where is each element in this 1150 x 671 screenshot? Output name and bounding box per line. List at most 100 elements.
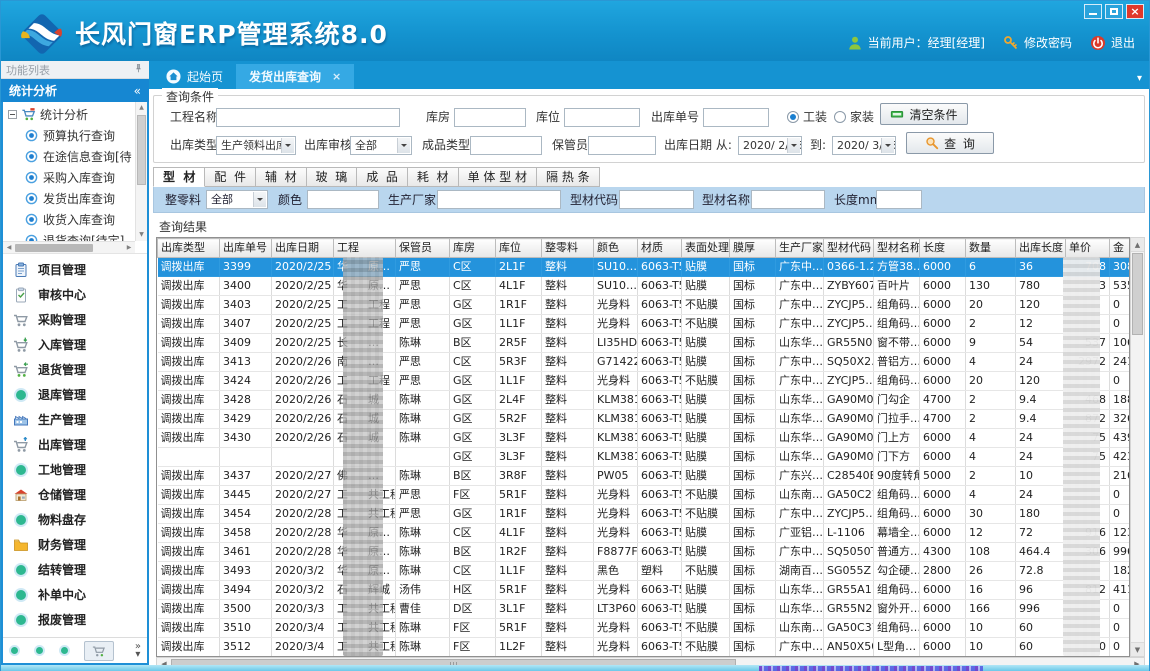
green-dot-icon[interactable] bbox=[9, 645, 20, 656]
tab-outbound-query[interactable]: 发货出库查询 × bbox=[236, 64, 354, 89]
scroll-thumb[interactable] bbox=[15, 244, 93, 252]
project-name-input[interactable] bbox=[216, 108, 400, 127]
menu-item[interactable]: 退货管理 bbox=[3, 357, 147, 382]
material-tab[interactable]: 玻 璃 bbox=[307, 167, 358, 187]
table-row[interactable]: 调拨出库34072020/2/25工工程严思G区1L1F整料光身料6063-T5… bbox=[158, 315, 1130, 334]
material-tab[interactable]: 耗 材 bbox=[408, 167, 459, 187]
menu-item[interactable]: 采购管理 bbox=[3, 307, 147, 332]
clear-conditions-button[interactable]: 清空条件 bbox=[880, 103, 968, 125]
menu-item[interactable]: 审核中心 bbox=[3, 282, 147, 307]
keeper-input[interactable] bbox=[588, 136, 656, 155]
table-row[interactable]: 调拨出库34292020/2/26石城陈琳G区5R2F整料KLM38176063… bbox=[158, 410, 1130, 429]
outbound-no-input[interactable] bbox=[703, 108, 769, 127]
close-tab-icon[interactable]: × bbox=[332, 70, 341, 83]
column-header[interactable]: 长度 bbox=[920, 239, 966, 258]
table-row[interactable]: 调拨出库34002020/2/25华原…严思C区4L1F整料SU10…6063-… bbox=[158, 277, 1130, 296]
menu-item[interactable]: 财务管理 bbox=[3, 532, 147, 557]
chevron-down-icon[interactable]: ▾ bbox=[1137, 73, 1142, 84]
column-header[interactable]: 表面处理 bbox=[682, 239, 730, 258]
gongzhuang-radio-label[interactable]: 工装 bbox=[803, 108, 827, 127]
table-row[interactable]: 调拨出库34032020/2/25工工程严思G区1R1F整料光身料6063-T5… bbox=[158, 296, 1130, 315]
location-input[interactable] bbox=[564, 108, 640, 127]
column-header[interactable]: 保管员 bbox=[396, 239, 450, 258]
whole-part-select[interactable]: 全部 bbox=[206, 190, 268, 209]
tree-item[interactable]: 在途信息查询[待 bbox=[25, 146, 147, 167]
column-header[interactable]: 型材代码 bbox=[824, 239, 874, 258]
material-tab[interactable]: 辅 材 bbox=[256, 167, 307, 187]
search-button[interactable]: 查 询 bbox=[906, 132, 994, 154]
table-row[interactable]: 调拨出库34932020/3/2华原…陈琳C区1L1F整料黑色塑料不贴膜国标湖南… bbox=[158, 562, 1130, 581]
tree-root[interactable]: 统计分析 bbox=[3, 102, 147, 125]
column-header[interactable]: 出库日期 bbox=[272, 239, 334, 258]
cart-shortcut-button[interactable] bbox=[84, 641, 114, 661]
menu-item[interactable]: 工地管理 bbox=[3, 457, 147, 482]
scroll-down-icon[interactable]: ▼ bbox=[136, 229, 147, 241]
table-row[interactable]: 调拨出库34372020/2/27佛…陈琳B区3R8F整料PW056063-T5… bbox=[158, 467, 1130, 486]
column-header[interactable]: 型材名称 bbox=[874, 239, 920, 258]
logout-link[interactable]: 退出 bbox=[1111, 34, 1135, 51]
table-row[interactable]: 调拨出库35102020/3/4工共工程陈琳F区5R1F整料光身料6063-T5… bbox=[158, 619, 1130, 638]
green-dot-icon[interactable] bbox=[34, 645, 45, 656]
tree-item[interactable]: 预算执行查询 bbox=[25, 125, 147, 146]
length-input[interactable] bbox=[876, 190, 922, 209]
tab-home[interactable]: 起始页 bbox=[153, 64, 236, 89]
table-row[interactable]: 调拨出库34942020/3/2石辉城汤伟H区5R1F整料光身料6063-T5贴… bbox=[158, 581, 1130, 600]
menu-item[interactable]: 物料盘存 bbox=[3, 507, 147, 532]
profile-name-input[interactable] bbox=[751, 190, 825, 209]
menu-item[interactable]: 结转管理 bbox=[3, 557, 147, 582]
scroll-right-icon[interactable]: ▶ bbox=[123, 244, 135, 251]
warehouse-input[interactable] bbox=[454, 108, 526, 127]
green-dot-icon[interactable] bbox=[59, 645, 70, 656]
collapse-panel-icon[interactable]: « bbox=[134, 84, 141, 98]
column-header[interactable]: 出库长度 bbox=[1016, 239, 1066, 258]
table-vertical-scrollbar[interactable]: ▲ ▼ bbox=[1130, 237, 1145, 657]
column-header[interactable]: 数量 bbox=[966, 239, 1016, 258]
jiazhuang-radio[interactable] bbox=[834, 111, 846, 123]
menu-item[interactable]: 补单中心 bbox=[3, 582, 147, 607]
audit-select[interactable]: 全部 bbox=[350, 136, 412, 155]
tree-item[interactable]: 采购入库查询 bbox=[25, 167, 147, 188]
section-header-statistics[interactable]: 统计分析 « bbox=[1, 79, 149, 102]
tree-item[interactable]: 发货出库查询 bbox=[25, 188, 147, 209]
manufacturer-input[interactable] bbox=[437, 190, 561, 209]
color-input[interactable] bbox=[307, 190, 379, 209]
menu-item[interactable]: 出库管理 bbox=[3, 432, 147, 457]
tree-item[interactable]: 收货入库查询 bbox=[25, 209, 147, 230]
menu-item[interactable]: 报废管理 bbox=[3, 607, 147, 632]
table-row[interactable]: 调拨出库35122020/3/4工共工程陈琳F区1L2F整料光身料6063-T5… bbox=[158, 638, 1130, 657]
column-header[interactable]: 膜厚 bbox=[730, 239, 776, 258]
table-row[interactable]: 调拨出库34282020/2/26石城陈琳G区2L4F整料KLM38176063… bbox=[158, 391, 1130, 410]
scroll-down-icon[interactable]: ▼ bbox=[1131, 642, 1144, 656]
column-header[interactable]: 颜色 bbox=[594, 239, 638, 258]
menu-item[interactable]: 生产管理 bbox=[3, 407, 147, 432]
change-password-link[interactable]: 修改密码 bbox=[1024, 34, 1072, 51]
collapse-node-icon[interactable] bbox=[8, 110, 17, 119]
menu-item[interactable]: 入库管理 bbox=[3, 332, 147, 357]
tree-vertical-scrollbar[interactable]: ▲▼ bbox=[135, 102, 147, 241]
column-header[interactable]: 整零料 bbox=[542, 239, 594, 258]
scroll-up-icon[interactable]: ▲ bbox=[1131, 238, 1144, 252]
column-header[interactable]: 库房 bbox=[450, 239, 496, 258]
material-tab[interactable]: 成 品 bbox=[357, 167, 408, 187]
column-header[interactable]: 材质 bbox=[638, 239, 682, 258]
table-row[interactable]: 调拨出库34542020/2/28工共工程严思G区1R1F整料光身料6063-T… bbox=[158, 505, 1130, 524]
column-header[interactable]: 出库类型 bbox=[158, 239, 220, 258]
table-row[interactable]: 调拨出库34092020/2/25长…陈琳B区2R5F整料LI35HD6063-… bbox=[158, 334, 1130, 353]
table-row[interactable]: 调拨出库34132020/2/26南…严思C区5R3F整料G714226063-… bbox=[158, 353, 1130, 372]
column-header[interactable]: 出库单号 bbox=[220, 239, 272, 258]
menu-item[interactable]: 退库管理 bbox=[3, 382, 147, 407]
more-items-chevron[interactable]: »▾ bbox=[135, 643, 141, 659]
column-header[interactable]: 生产厂家 bbox=[776, 239, 824, 258]
scroll-thumb[interactable] bbox=[1132, 253, 1143, 335]
menu-item[interactable]: 项目管理 bbox=[3, 257, 147, 282]
outbound-type-select[interactable]: 生产领料出库 bbox=[216, 136, 296, 155]
tree-horizontal-scrollbar[interactable]: ◀▶ bbox=[3, 241, 135, 253]
maximize-button[interactable] bbox=[1105, 4, 1123, 19]
profile-code-input[interactable] bbox=[619, 190, 694, 209]
table-row[interactable]: 调拨出库34612020/2/28华原…陈琳B区1R2F整料F8877FT606… bbox=[158, 543, 1130, 562]
material-tab[interactable]: 型 材 bbox=[153, 167, 205, 187]
column-header[interactable]: 库位 bbox=[496, 239, 542, 258]
material-tab[interactable]: 配 件 bbox=[205, 167, 256, 187]
scroll-thumb[interactable] bbox=[137, 115, 146, 185]
column-header[interactable]: 工程 bbox=[334, 239, 396, 258]
